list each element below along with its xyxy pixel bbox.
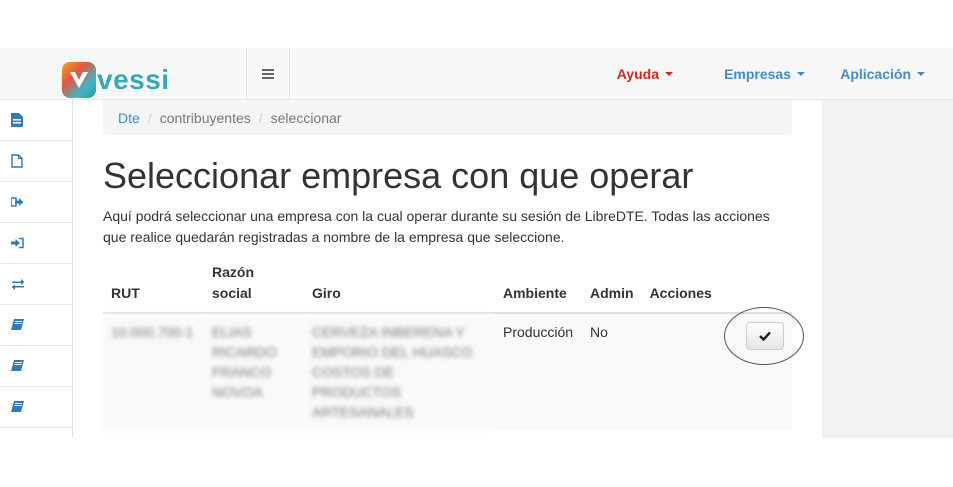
select-company-button[interactable]: [746, 322, 784, 350]
right-panel: [822, 100, 953, 438]
sidebar-item-file[interactable]: [0, 141, 72, 182]
cell-admin: No: [582, 313, 642, 430]
cell-razon-social: ELIAS RICARDO FRANCO NOVOA: [204, 313, 304, 430]
sidebar-item-book-3[interactable]: [0, 387, 72, 428]
column-header-giro: Giro: [304, 262, 495, 314]
caret-down-icon: [797, 71, 805, 76]
sidebar-item-book-2[interactable]: [0, 346, 72, 387]
sign-in-icon: [11, 237, 24, 249]
exchange-icon: [11, 279, 25, 290]
cell-ambiente: Producción: [495, 313, 582, 430]
book-icon: [11, 319, 24, 330]
cell-rut: 10.000.700-1: [103, 313, 204, 430]
book-icon: [11, 401, 24, 412]
companies-table: RUT Razón social Giro Ambiente Admin Acc…: [103, 262, 792, 430]
breadcrumb-separator: /: [258, 109, 263, 126]
sign-out-icon: [11, 197, 24, 207]
sidebar-item-sign-out[interactable]: [0, 182, 72, 223]
cell-acciones: [641, 313, 792, 430]
caret-down-icon: [917, 71, 925, 76]
column-header-admin: Admin: [582, 262, 642, 314]
menu-ayuda[interactable]: Ayuda: [617, 48, 688, 99]
column-header-razon-social: Razón social: [204, 262, 304, 314]
table-row: 10.000.700-1 ELIAS RICARDO FRANCO NOVOA …: [103, 313, 792, 430]
sidebar-item-book-1[interactable]: [0, 305, 72, 346]
menu-aplicacion-label: Aplicación: [840, 65, 911, 82]
menu-empresas[interactable]: Empresas: [724, 48, 805, 99]
sidebar-toggle-button[interactable]: [246, 48, 290, 99]
table-header-row: RUT Razón social Giro Ambiente Admin Acc…: [103, 262, 792, 314]
cell-giro: CERVEZA INBERENA Y EMPORIO DEL HUASCO CO…: [304, 313, 495, 430]
book-icon: [11, 360, 24, 371]
caret-down-icon: [665, 71, 673, 76]
hamburger-icon: [262, 68, 274, 79]
sidebar-item-sign-in[interactable]: [0, 223, 72, 264]
sidebar-item-exchange[interactable]: [0, 264, 72, 305]
column-header-rut: RUT: [103, 262, 204, 314]
brand-logo[interactable]: vessi: [62, 62, 170, 98]
breadcrumb-item-current: seleccionar: [270, 109, 342, 126]
check-icon: [759, 331, 771, 341]
breadcrumb-separator: /: [147, 109, 152, 126]
menu-ayuda-label: Ayuda: [616, 65, 659, 82]
logo-icon: [62, 62, 96, 98]
breadcrumb-item-contribuyentes: contribuyentes: [159, 109, 251, 126]
page-description: Aquí podrá seleccionar una empresa con l…: [103, 208, 770, 245]
breadcrumb: Dte / contribuyentes / seleccionar: [103, 100, 792, 135]
menu-empresas-label: Empresas: [724, 65, 791, 82]
sidebar: [0, 100, 73, 438]
page-title: Seleccionar empresa con que operar: [103, 155, 694, 196]
top-navbar: vessi Ayuda Empresas Aplicación: [0, 48, 953, 100]
menu-aplicacion[interactable]: Aplicación: [840, 48, 925, 99]
column-header-acciones: Acciones: [641, 262, 792, 314]
brand-name: vessi: [97, 64, 170, 95]
sidebar-item-documents[interactable]: [0, 100, 72, 141]
file-text-icon: [11, 113, 23, 127]
breadcrumb-link-dte[interactable]: Dte: [118, 110, 140, 126]
file-icon: [11, 154, 23, 168]
column-header-ambiente: Ambiente: [495, 262, 582, 314]
